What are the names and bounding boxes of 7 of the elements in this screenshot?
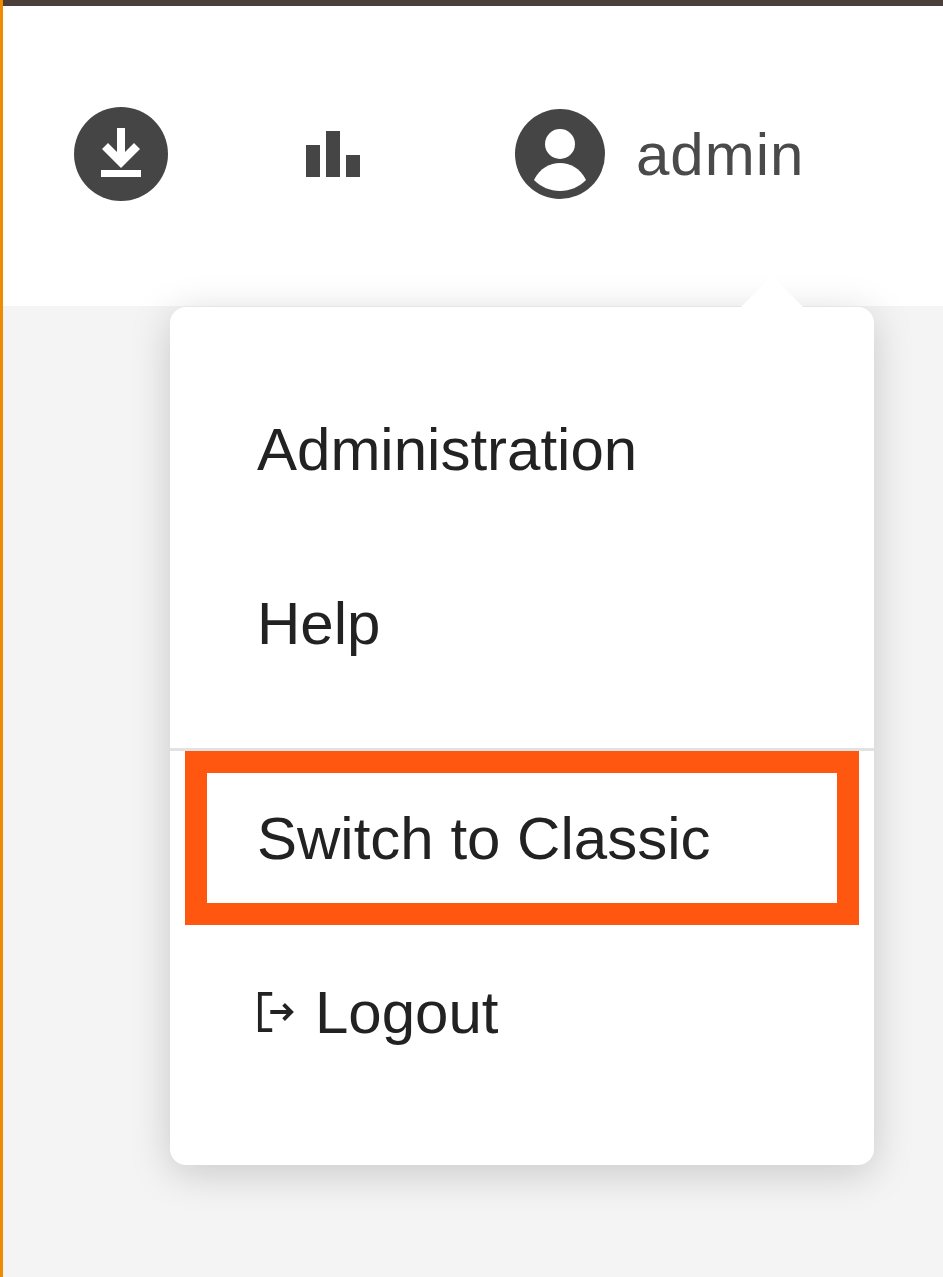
menu-item[interactable]: Help bbox=[207, 558, 837, 688]
logout-icon bbox=[257, 991, 295, 1033]
user-menu-button[interactable]: admin bbox=[514, 108, 805, 200]
user-icon bbox=[514, 108, 606, 200]
download-icon[interactable] bbox=[73, 106, 169, 202]
menu-item[interactable]: Administration bbox=[207, 384, 837, 514]
menu-item[interactable]: Logout bbox=[207, 947, 837, 1077]
